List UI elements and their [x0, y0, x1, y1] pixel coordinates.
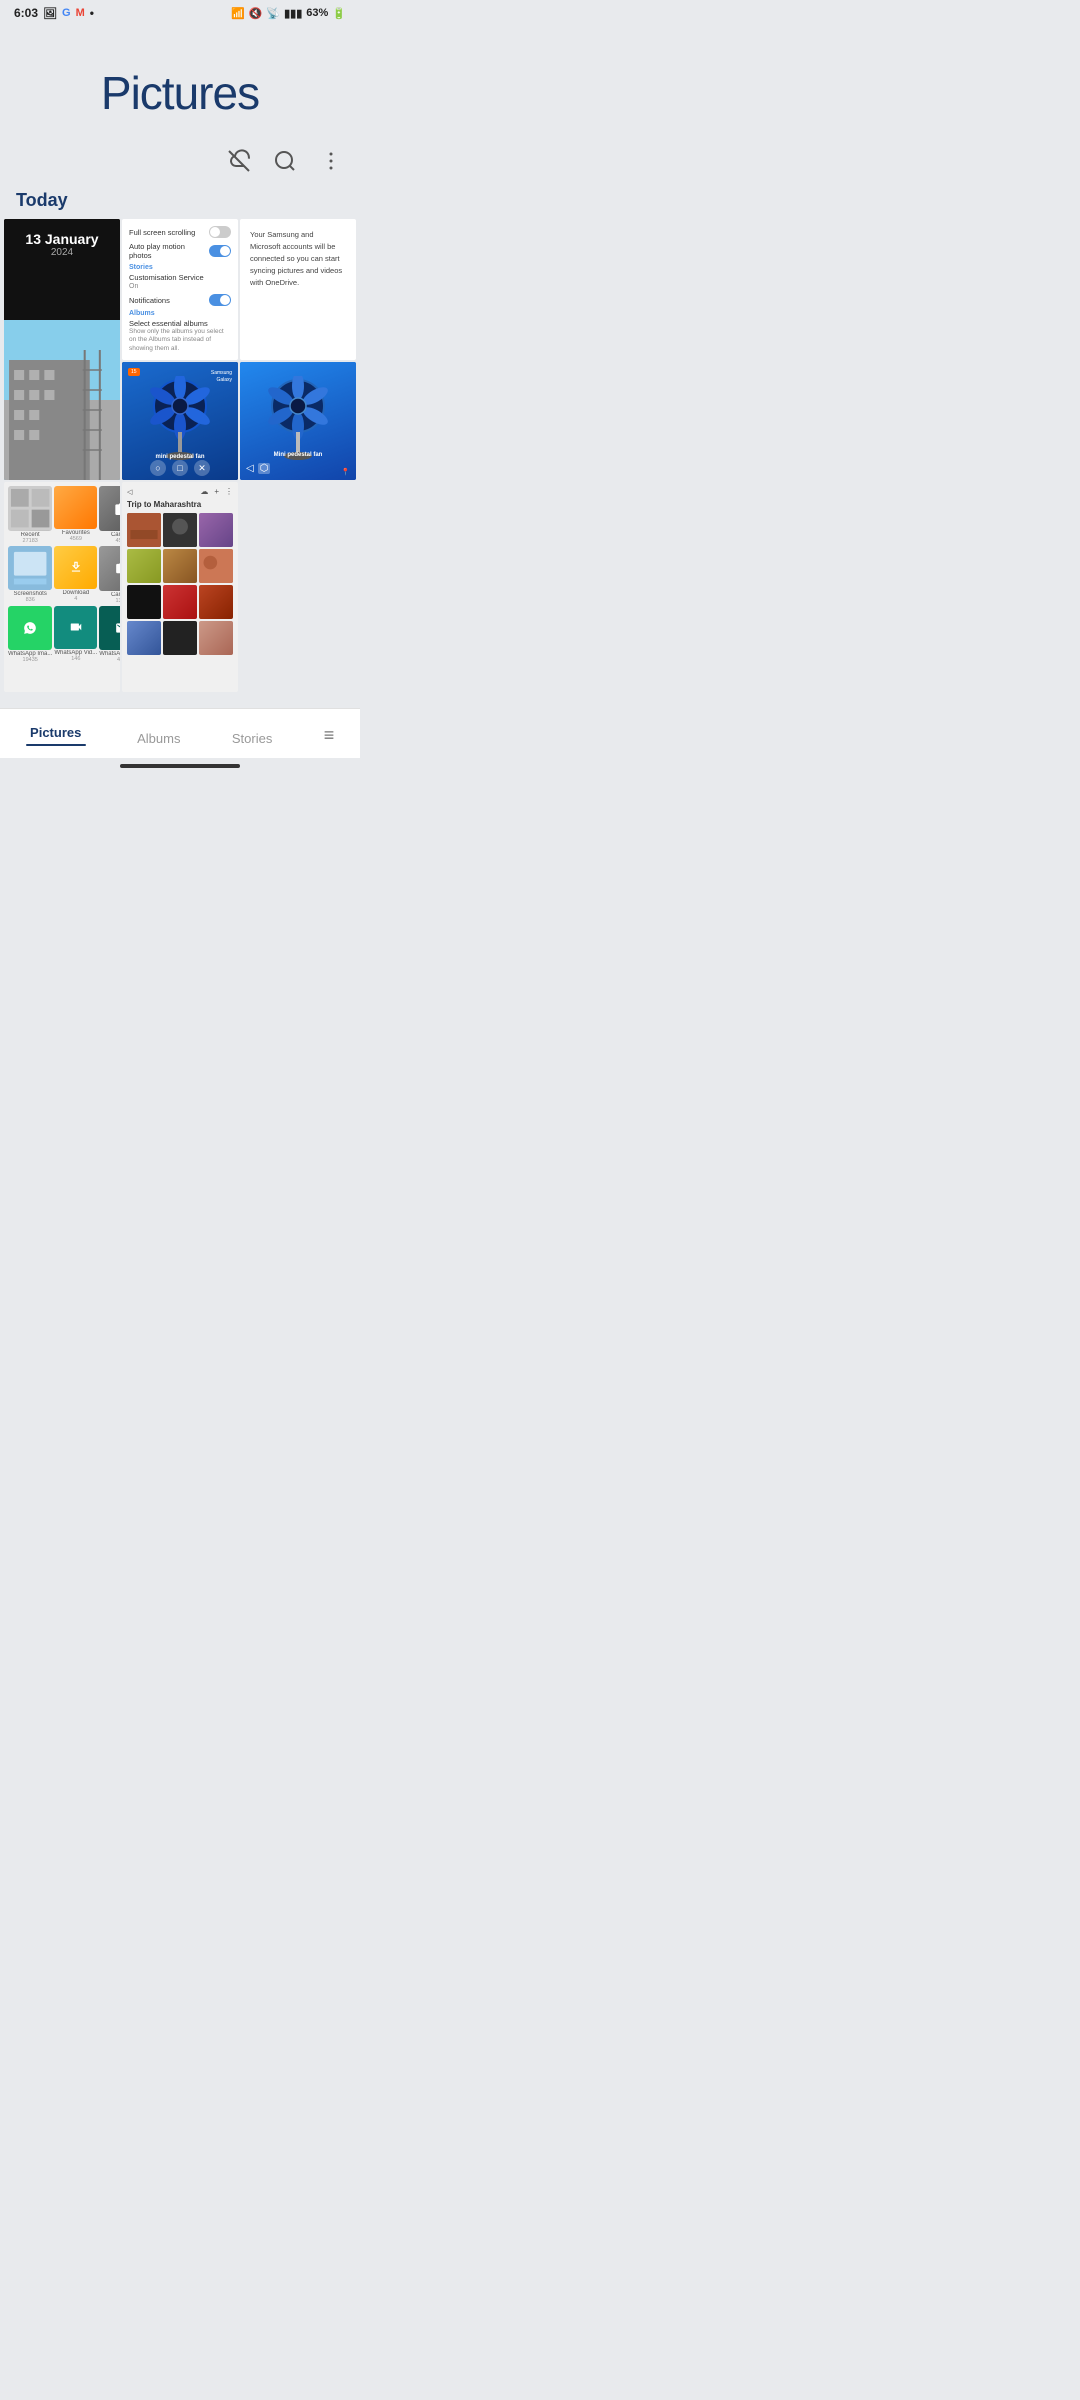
album-recent[interactable]: Recent 27183 — [8, 486, 52, 544]
settings-essential: Select essential albums — [129, 319, 231, 328]
album-title: Trip to Maharashtra — [127, 500, 233, 509]
settings-cell[interactable]: Full screen scrolling Auto play motion p… — [122, 219, 238, 360]
status-bar: 6:03 🖼 G M • 📶 🔇 📡 ▮▮▮ 63% 🔋 — [0, 0, 360, 26]
settings-row-1: Full screen scrolling — [129, 226, 231, 238]
fan-controls: ○ □ ✕ — [150, 460, 210, 476]
bottom-nav: Pictures Albums Stories ≡ — [0, 708, 360, 758]
search-button[interactable] — [272, 148, 298, 174]
mute-icon: 🔇 — [249, 7, 263, 20]
settings-customisation: Customisation Service — [129, 273, 231, 282]
time: 6:03 — [14, 6, 38, 20]
fan-location: 📍 — [341, 468, 350, 476]
fan-video-cell[interactable]: 15 mini pedestal fan SamsungGalaxy — [122, 362, 238, 480]
trip-album-cell[interactable]: ◁ ☁ + ⋮ Trip to Maharashtra — [122, 482, 238, 692]
album-whatsapp-bus[interactable]: WhatsApp Bus... 471 — [99, 606, 120, 664]
album-thumbs-2 — [127, 621, 233, 655]
toolbar — [0, 140, 360, 184]
settings-row-4: Notifications — [129, 294, 231, 306]
gmail-icon: M — [76, 7, 85, 19]
header-area: Pictures — [0, 26, 360, 140]
fan-photo-cell[interactable]: Mini pedestal fan 📍 ◁ ⬡ — [240, 362, 356, 480]
album-whatsapp-vid[interactable]: WhatsApp Vid... 146 — [54, 606, 97, 664]
nav-menu[interactable]: ≡ — [312, 721, 347, 750]
settings-row-2: Auto play motion photos — [129, 242, 231, 260]
more-icon-small[interactable]: ⋮ — [225, 487, 233, 496]
settings-essential-sub: Show only the albums you select on the A… — [129, 328, 231, 353]
date-photo-cell[interactable]: 13 January 2024 — [4, 219, 120, 480]
albums-grid-cell[interactable]: Recent 27183 Favourites 4569 Camera 4561… — [4, 482, 120, 692]
battery-percent: 63% — [306, 7, 328, 19]
nav-pictures[interactable]: Pictures — [14, 719, 98, 750]
add-icon[interactable]: + — [214, 487, 219, 496]
album-camera[interactable]: Camera 4561 — [99, 486, 120, 544]
fan-svg — [150, 376, 210, 466]
album-camera-2[interactable]: Camera 1325 — [99, 546, 120, 604]
samsung-label: SamsungGalaxy — [211, 370, 232, 384]
cloud-off-button[interactable] — [226, 148, 252, 174]
cloud-icon-small[interactable]: ☁ — [200, 487, 208, 496]
status-right: 📶 🔇 📡 ▮▮▮ 63% 🔋 — [231, 7, 346, 20]
album-screenshots[interactable]: Screenshots 836 — [8, 546, 52, 604]
photo-icon: 🖼 — [43, 7, 57, 20]
settings-section-stories: Stories — [129, 264, 231, 271]
date-year: 2024 — [8, 247, 116, 258]
fan-ctrl-1[interactable]: ○ — [150, 460, 166, 476]
nav-stories[interactable]: Stories — [220, 725, 284, 750]
settings-section-albums: Albums — [129, 310, 231, 317]
fan-label-2: Mini pedestal fan — [244, 452, 352, 458]
back-icon[interactable]: ◁ — [127, 488, 132, 496]
section-today: Today — [0, 184, 360, 219]
sim-icon: 📶 — [231, 7, 245, 20]
album-thumbs — [127, 513, 233, 619]
status-left: 6:03 🖼 G M • — [14, 6, 94, 20]
wifi-icon: 📡 — [266, 7, 280, 20]
fan-ctrl-3[interactable]: ✕ — [194, 460, 210, 476]
albums-grid: Recent 27183 Favourites 4569 Camera 4561… — [8, 486, 116, 663]
home-indicator — [120, 764, 240, 768]
google-icon: G — [62, 7, 71, 19]
photo-grid: 13 January 2024 — [0, 219, 360, 692]
date-main: 13 January — [8, 231, 116, 247]
signal-bars: ▮▮▮ — [284, 7, 302, 20]
onedrive-cell[interactable]: Your Samsung and Microsoft accounts will… — [240, 219, 356, 360]
dot-indicator: • — [90, 6, 94, 20]
nav-albums[interactable]: Albums — [125, 725, 192, 750]
battery-icon: 🔋 — [332, 7, 346, 20]
album-whatsapp-img[interactable]: WhatsApp Ima... 19435 — [8, 606, 52, 664]
fan2-controls: ◁ ⬡ — [246, 463, 270, 474]
nav-underline — [26, 744, 86, 746]
album-download[interactable]: Download 4 — [54, 546, 97, 604]
album-favourites[interactable]: Favourites 4569 — [54, 486, 97, 544]
onedrive-text: Your Samsung and Microsoft accounts will… — [250, 229, 346, 289]
fan-ctrl-2[interactable]: □ — [172, 460, 188, 476]
fan-badge: 15 — [128, 368, 140, 376]
hamburger-icon: ≡ — [324, 725, 335, 746]
settings-customisation-sub: On — [129, 283, 231, 290]
page-title: Pictures — [16, 66, 344, 120]
more-button[interactable] — [318, 148, 344, 174]
